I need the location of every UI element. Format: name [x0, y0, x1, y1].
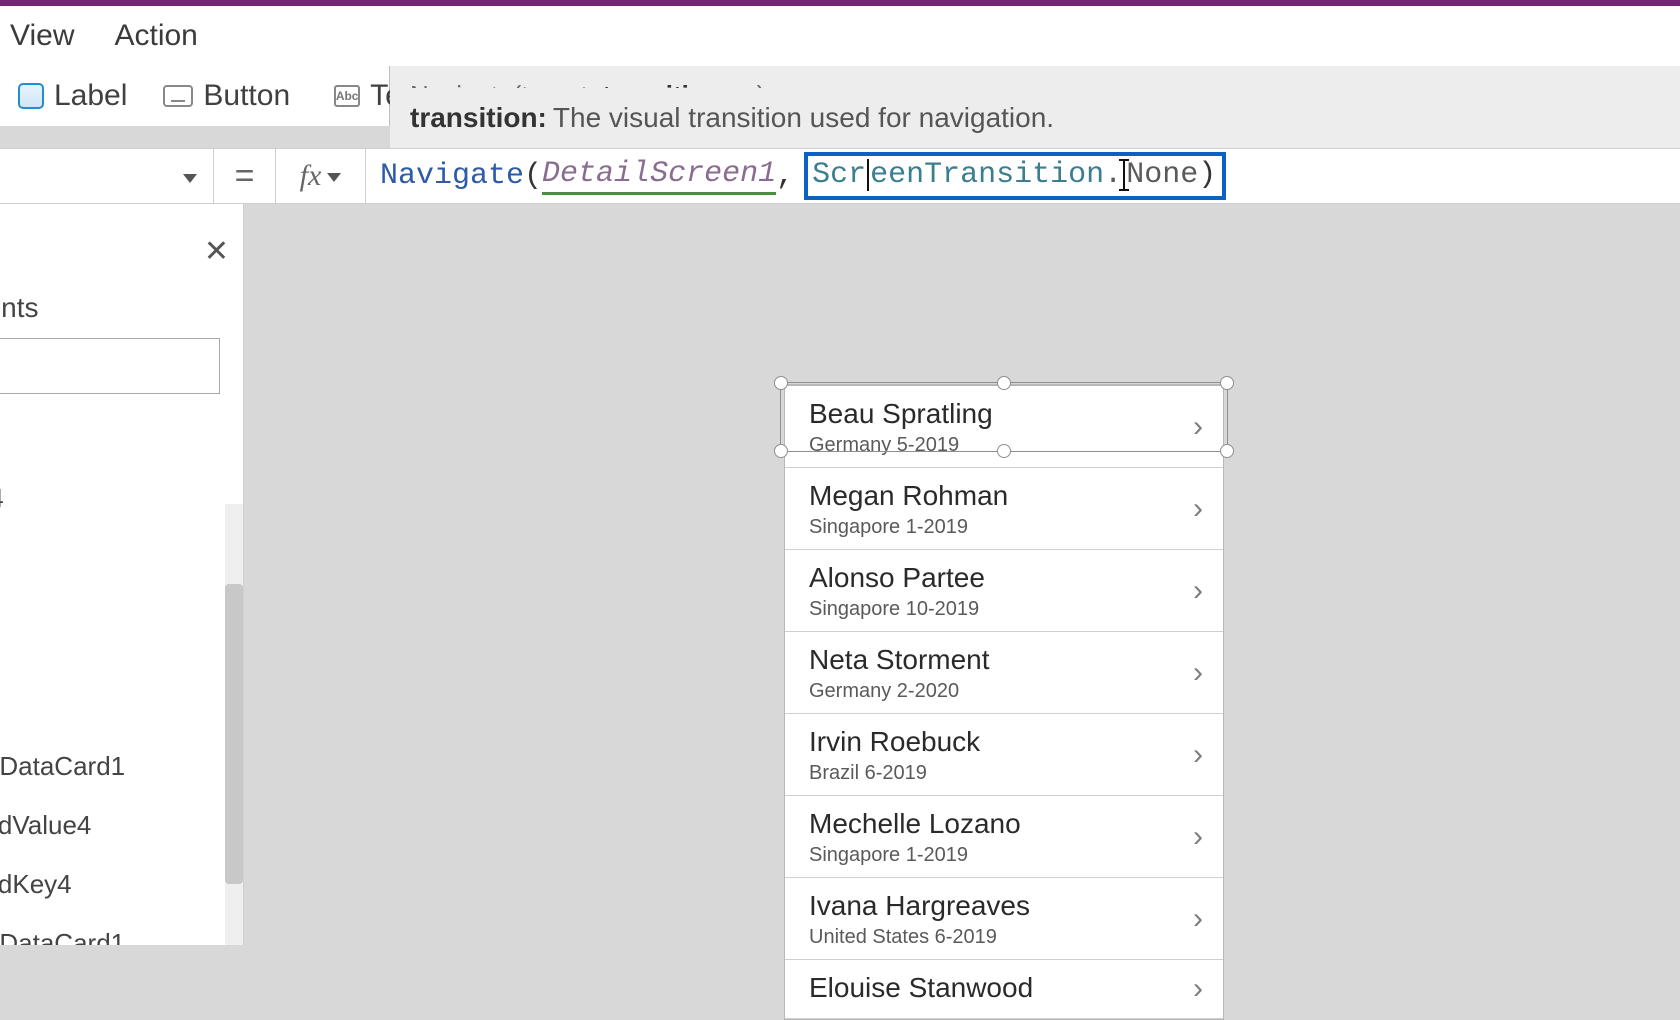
insert-label-button[interactable]: Label [0, 79, 145, 113]
formula-input[interactable]: Navigate(DetailScreen1, ScreenTransition… [366, 149, 1680, 203]
tree-items: ors ow4 4 ne_DataCard1 CardValue4 CardKe… [0, 410, 233, 945]
tree-item[interactable]: ow4 [0, 469, 233, 528]
insert-button-button[interactable]: Button [145, 79, 308, 113]
item-title: Irvin Roebuck [809, 726, 1203, 758]
menu-view[interactable]: View [10, 19, 74, 53]
resize-handle[interactable] [1220, 376, 1234, 390]
tree-item[interactable]: ne_DataCard1 [0, 914, 233, 945]
tok-arg-detailscreen: DetailScreen1 [542, 157, 776, 195]
resize-handle[interactable] [774, 444, 788, 458]
chevron-right-icon[interactable]: › [1193, 656, 1203, 690]
resize-handle[interactable] [774, 376, 788, 390]
ribbon-label-text: Label [54, 79, 127, 113]
tok-dot: . [1104, 158, 1122, 192]
text-caret [867, 159, 869, 191]
item-subtitle: Singapore 1-2019 [809, 516, 1203, 539]
tok-open-paren: ( [524, 159, 542, 193]
close-icon[interactable]: ✕ [204, 234, 229, 269]
resize-handle[interactable] [997, 376, 1011, 390]
canvas-area[interactable]: Beau Spratling Germany 5-2019 › Megan Ro… [244, 204, 1680, 945]
list-item[interactable]: Mechelle Lozano Singapore 1-2019 › [785, 796, 1223, 878]
tree-item[interactable]: ne_DataCard1 [0, 737, 233, 796]
text-icon: Abc [334, 85, 360, 107]
ribbon-insert-group: Label Button Abc Text [0, 66, 390, 126]
equals-cell: = [214, 149, 276, 203]
property-dropdown[interactable] [0, 149, 214, 203]
tree-search-input[interactable] [0, 338, 220, 394]
gallery-control[interactable]: Beau Spratling Germany 5-2019 › Megan Ro… [784, 384, 1224, 1020]
param-desc: The visual transition used for navigatio… [553, 102, 1054, 134]
item-title: Ivana Hargreaves [809, 890, 1203, 922]
fx-label: fx [300, 159, 322, 193]
chevron-right-icon[interactable]: › [1193, 738, 1203, 772]
menubar: View Action [0, 6, 1680, 66]
button-icon [163, 85, 193, 107]
list-item[interactable]: Alonso Partee Singapore 10-2019 › [785, 550, 1223, 632]
item-subtitle: Germany 2-2020 [809, 680, 1203, 703]
item-title: Elouise Stanwood [809, 972, 1203, 1004]
chevron-down-icon [327, 166, 341, 187]
item-title: Mechelle Lozano [809, 808, 1203, 840]
list-item[interactable]: Ivana Hargreaves United States 6-2019 › [785, 878, 1223, 960]
chevron-right-icon[interactable]: › [1193, 492, 1203, 526]
list-item[interactable]: Megan Rohman Singapore 1-2019 › [785, 468, 1223, 550]
item-title: Neta Storment [809, 644, 1203, 676]
tree-view-panel: ✕ nents ors ow4 4 ne_DataCard1 CardValue… [0, 204, 244, 945]
highlighted-argument: ScreenTransition.None) [804, 152, 1226, 200]
tok-screentransition-a: Scr [812, 158, 866, 192]
formula-bar: = fx Navigate(DetailScreen1, ScreenTrans… [0, 148, 1680, 204]
scrollbar-thumb[interactable] [225, 584, 243, 884]
resize-handle[interactable] [1220, 444, 1234, 458]
item-subtitle: Singapore 10-2019 [809, 598, 1203, 621]
tok-function: Navigate [380, 159, 524, 193]
list-item[interactable]: Elouise Stanwood › [785, 960, 1223, 1019]
item-title: Megan Rohman [809, 480, 1203, 512]
list-item[interactable]: Irvin Roebuck Brazil 6-2019 › [785, 714, 1223, 796]
resize-handle[interactable] [997, 444, 1011, 458]
tree-item[interactable]: CardValue4 [0, 796, 233, 855]
chevron-right-icon[interactable]: › [1193, 902, 1203, 936]
item-subtitle: Singapore 1-2019 [809, 844, 1203, 867]
chevron-right-icon[interactable]: › [1193, 574, 1203, 608]
tree-item[interactable]: ors [0, 410, 233, 469]
menu-action[interactable]: Action [114, 19, 197, 53]
tok-close-paren: ) [1198, 158, 1216, 192]
chevron-right-icon[interactable]: › [1193, 820, 1203, 854]
param-help-band: transition: The visual transition used f… [390, 88, 1680, 148]
item-subtitle: United States 6-2019 [809, 926, 1203, 949]
param-name: transition: [410, 102, 547, 134]
tree-item[interactable]: 4 [0, 528, 233, 587]
chevron-right-icon[interactable]: › [1193, 972, 1203, 1006]
tok-none: None [1126, 158, 1198, 192]
tree-tab-label[interactable]: nents [0, 292, 39, 324]
fx-expand-button[interactable]: fx [276, 149, 366, 203]
tree-item[interactable]: CardKey4 [0, 855, 233, 914]
tok-comma: , [776, 159, 794, 193]
spacer [0, 587, 233, 737]
item-title: Alonso Partee [809, 562, 1203, 594]
selection-outline [780, 382, 1228, 452]
secondary-caret-icon [1123, 160, 1125, 190]
label-icon [18, 83, 44, 109]
tok-screentransition-b: eenTransition [870, 158, 1104, 192]
item-subtitle: Brazil 6-2019 [809, 762, 1203, 785]
ribbon-button-text: Button [203, 79, 290, 113]
list-item[interactable]: Neta Storment Germany 2-2020 › [785, 632, 1223, 714]
chevron-down-icon [183, 163, 197, 189]
